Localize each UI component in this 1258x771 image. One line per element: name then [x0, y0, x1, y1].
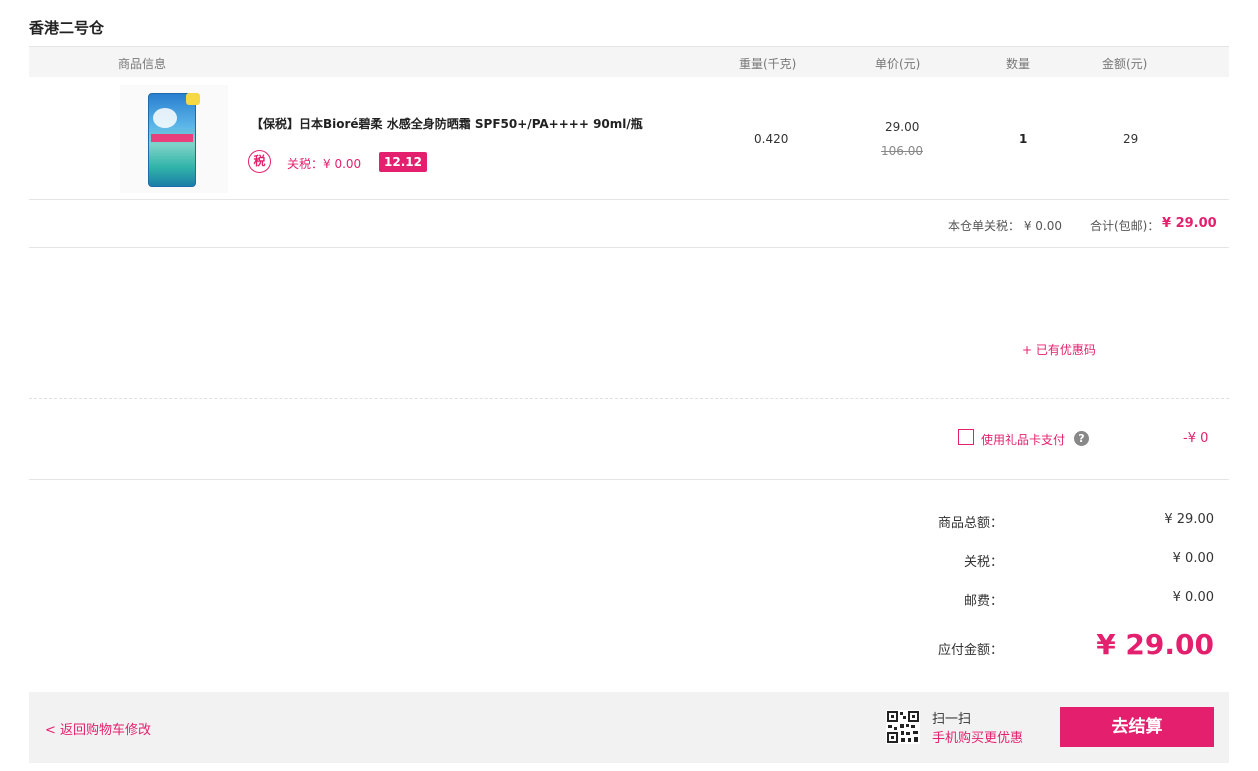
product-row: 【保税】日本Bioré碧柔 水感全身防晒霜 SPF50+/PA++++ 90ml… — [29, 77, 1229, 200]
qr-code-icon — [886, 710, 920, 744]
scan-title: 扫一扫 — [932, 712, 972, 727]
warehouse-subtotal: 本仓单关税： ¥ 0.00 合计(包邮)： ¥ 29.00 — [29, 200, 1229, 248]
coupon-code-link[interactable]: + 已有优惠码 — [1022, 341, 1096, 358]
header-product: 商品信息 — [118, 57, 167, 71]
payable-label: 应付金额： — [937, 643, 1003, 658]
checkout-button[interactable]: 去结算 — [1060, 707, 1214, 747]
divider — [29, 398, 1229, 399]
header-unit-price: 单价(元) — [875, 57, 921, 71]
checkout-bar: < 返回购物车修改 扫一扫 手机购买更优惠 去结算 — [29, 692, 1229, 763]
product-image[interactable] — [120, 85, 228, 193]
tax-icon: 税 — [248, 150, 271, 173]
gift-card-label[interactable]: 使用礼品卡支付 — [981, 431, 1065, 448]
header-quantity: 数量 — [1006, 57, 1031, 71]
product-quantity: 1 — [1019, 132, 1028, 146]
subtotal-tax: 本仓单关税： ¥ 0.00 — [948, 219, 1062, 233]
shipping-label: 邮费： — [963, 594, 1003, 609]
tax-value: ¥ 0.00 — [1172, 551, 1214, 566]
goods-total-label: 商品总额： — [937, 516, 1003, 531]
warehouse-title: 香港二号仓 — [29, 19, 105, 37]
product-weight: 0.420 — [754, 132, 789, 146]
table-header: 商品信息 重量(千克) 单价(元) 数量 金额(元) — [29, 46, 1229, 77]
goods-total-value: ¥ 29.00 — [1164, 512, 1214, 527]
scan-subtitle: 手机购买更优惠 — [932, 731, 1024, 746]
product-amount: 29 — [1123, 132, 1139, 146]
divider — [29, 479, 1229, 480]
product-price: 29.00 — [885, 120, 920, 134]
payable-amount: ¥ 29.00 — [1096, 628, 1214, 661]
header-amount: 金额(元) — [1102, 57, 1148, 71]
tax-label: 关税： — [963, 555, 1003, 570]
gift-card-amount: -¥ 0 — [1183, 431, 1209, 446]
promo-badge: 12.12 — [379, 152, 427, 172]
product-tax: 关税：¥ 0.00 — [287, 157, 362, 171]
product-name[interactable]: 【保税】日本Bioré碧柔 水感全身防晒霜 SPF50+/PA++++ 90ml… — [251, 115, 643, 132]
subtotal-total-label: 合计(包邮)： — [1090, 219, 1160, 233]
gift-card-checkbox[interactable] — [958, 429, 974, 445]
header-weight: 重量(千克) — [739, 57, 797, 71]
help-icon[interactable]: ? — [1074, 431, 1089, 446]
shipping-value: ¥ 0.00 — [1172, 590, 1214, 605]
back-to-cart-link[interactable]: < 返回购物车修改 — [45, 719, 151, 738]
sunscreen-bottle-icon — [148, 93, 196, 187]
product-original-price: 106.00 — [881, 144, 923, 158]
subtotal-total-value: ¥ 29.00 — [1162, 216, 1217, 231]
